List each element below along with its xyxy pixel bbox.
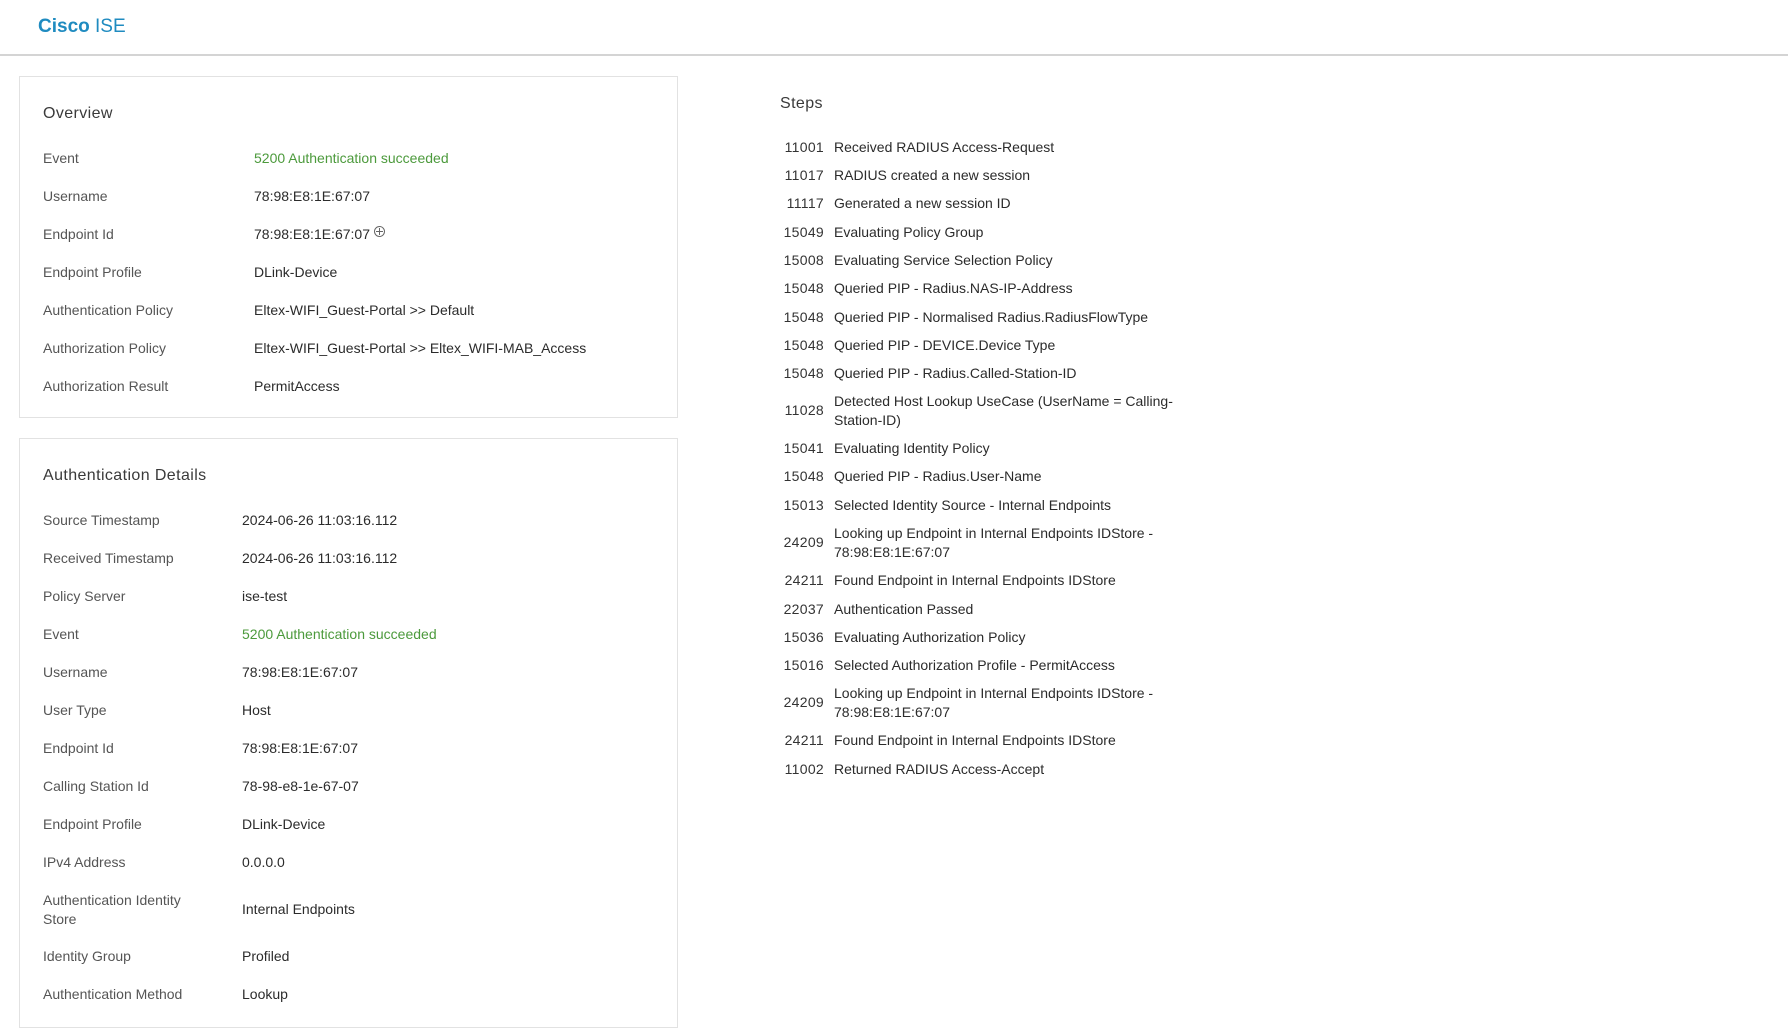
- step-text: Detected Host Lookup UseCase (UserName =…: [834, 393, 1173, 428]
- step-text: Found Endpoint in Internal Endpoints IDS…: [834, 572, 1116, 588]
- overview-value-endpoint-profile: DLink-Device: [254, 264, 338, 280]
- auth-label: Authentication Identity Store: [43, 892, 181, 927]
- brand-name-bold: Cisco: [38, 16, 90, 37]
- step-text: Selected Authorization Profile - PermitA…: [834, 657, 1115, 673]
- step-item: 24209 Looking up Endpoint in Internal En…: [780, 524, 1200, 564]
- step-text: Queried PIP - Radius.User-Name: [834, 468, 1042, 484]
- overview-label: Username: [43, 188, 108, 204]
- auth-label: Endpoint Profile: [43, 816, 142, 832]
- step-text: Evaluating Identity Policy: [834, 440, 990, 456]
- app-logo[interactable]: Cisco ISE: [38, 16, 126, 38]
- auth-value-event[interactable]: 5200 Authentication succeeded: [242, 625, 437, 644]
- auth-label: Received Timestamp: [43, 550, 174, 566]
- auth-label: Username: [43, 664, 108, 680]
- step-code: 24209: [783, 694, 824, 710]
- overview-card: Overview Event 5200 Authentication succe…: [19, 76, 678, 418]
- step-text: Looking up Endpoint in Internal Endpoint…: [834, 685, 1154, 720]
- step-code: 11028: [784, 402, 824, 418]
- top-header: Cisco ISE: [0, 0, 1788, 56]
- auth-value-identity-group: Profiled: [242, 948, 290, 964]
- step-text: Found Endpoint in Internal Endpoints IDS…: [834, 732, 1116, 748]
- overview-label: Authentication Policy: [43, 302, 173, 318]
- auth-label: Identity Group: [43, 948, 131, 964]
- step-text: Queried PIP - DEVICE.Device Type: [834, 337, 1056, 353]
- overview-label: Authorization Result: [43, 378, 169, 394]
- step-code: 24211: [784, 732, 824, 748]
- step-code: 11117: [786, 195, 824, 211]
- step-code: 15048: [783, 309, 824, 325]
- step-code: 24209: [783, 534, 824, 550]
- auth-label: Calling Station Id: [43, 778, 149, 794]
- overview-label: Authorization Policy: [43, 340, 166, 356]
- auth-value-source-timestamp: 2024-06-26 11:03:16.112: [242, 512, 398, 528]
- step-code: 15013: [783, 497, 824, 513]
- step-code: 15048: [783, 365, 824, 381]
- auth-value-policy-server: ise-test: [242, 588, 288, 604]
- step-text: Queried PIP - Radius.NAS-IP-Address: [834, 280, 1073, 296]
- expand-plus-icon[interactable]: [374, 226, 385, 237]
- step-text: Selected Identity Source - Internal Endp…: [834, 497, 1112, 513]
- auth-label: Authentication Method: [43, 986, 183, 1002]
- auth-label: Source Timestamp: [43, 512, 160, 528]
- auth-value-username: 78:98:E8:1E:67:07: [242, 664, 358, 680]
- authentication-details-card: Authentication Details Source Timestamp …: [19, 438, 678, 1028]
- auth-value-endpoint-profile: DLink-Device: [242, 816, 326, 832]
- step-code: 11002: [784, 761, 824, 777]
- step-code: 22037: [783, 601, 824, 617]
- overview-value-endpoint-id-wrap: 78:98:E8:1E:67:07: [254, 225, 385, 244]
- auth-label: Event: [43, 626, 79, 642]
- auth-value-identity-store: Internal Endpoints: [242, 901, 355, 917]
- auth-label: IPv4 Address: [43, 854, 126, 870]
- auth-value-authentication-method: Lookup: [242, 986, 288, 1002]
- step-code: 15048: [783, 337, 824, 353]
- step-text: Generated a new session ID: [834, 195, 1011, 211]
- step-code: 11001: [784, 139, 824, 155]
- overview-value-authentication-policy: Eltex-WIFI_Guest-Portal >> Default: [254, 302, 475, 318]
- auth-label: User Type: [43, 702, 107, 718]
- auth-value-calling-station-id: 78-98-e8-1e-67-07: [242, 778, 359, 794]
- overview-value-username: 78:98:E8:1E:67:07: [254, 188, 370, 204]
- auth-value-received-timestamp: 2024-06-26 11:03:16.112: [242, 550, 398, 566]
- step-text: Looking up Endpoint in Internal Endpoint…: [834, 525, 1154, 560]
- step-item: 24209 Looking up Endpoint in Internal En…: [780, 684, 1200, 724]
- brand-name-light: ISE: [95, 16, 126, 37]
- auth-label: Policy Server: [43, 588, 126, 604]
- auth-value-ipv4-address: 0.0.0.0: [242, 854, 285, 870]
- step-code: 15008: [783, 252, 824, 268]
- overview-label: Event: [43, 150, 79, 166]
- step-code: 15048: [783, 280, 824, 296]
- step-text: RADIUS created a new session: [834, 167, 1031, 183]
- step-text: Authentication Passed: [834, 601, 974, 617]
- auth-value-user-type: Host: [242, 702, 271, 718]
- overview-value-event[interactable]: 5200 Authentication succeeded: [254, 149, 449, 168]
- overview-label: Endpoint Profile: [43, 264, 142, 280]
- overview-value-authorization-policy: Eltex-WIFI_Guest-Portal >> Eltex_WIFI-MA…: [254, 340, 587, 356]
- step-text: Evaluating Service Selection Policy: [834, 252, 1053, 268]
- step-text: Queried PIP - Normalised Radius.RadiusFl…: [834, 309, 1149, 325]
- auth-value-endpoint-id: 78:98:E8:1E:67:07: [242, 740, 358, 756]
- step-text: Evaluating Authorization Policy: [834, 629, 1026, 645]
- step-text: Evaluating Policy Group: [834, 224, 984, 240]
- step-code: 15036: [783, 629, 824, 645]
- step-code: 15016: [783, 657, 824, 673]
- step-text: Returned RADIUS Access-Accept: [834, 761, 1045, 777]
- overview-title: Overview: [43, 105, 113, 122]
- step-code: 11017: [784, 167, 824, 183]
- step-text: Queried PIP - Radius.Called-Station-ID: [834, 365, 1077, 381]
- step-code: 15049: [783, 224, 824, 240]
- step-code: 15041: [783, 440, 824, 456]
- steps-title: Steps: [780, 95, 823, 112]
- step-code: 15048: [783, 468, 824, 484]
- overview-value-authorization-result: PermitAccess: [254, 378, 340, 394]
- overview-label: Endpoint Id: [43, 226, 114, 242]
- overview-value-endpoint-id: 78:98:E8:1E:67:07: [254, 226, 370, 242]
- authentication-details-title: Authentication Details: [43, 467, 207, 484]
- step-code: 24211: [784, 572, 824, 588]
- step-text: Received RADIUS Access-Request: [834, 139, 1055, 155]
- auth-label: Endpoint Id: [43, 740, 114, 756]
- step-item: 11028 Detected Host Lookup UseCase (User…: [780, 392, 1200, 432]
